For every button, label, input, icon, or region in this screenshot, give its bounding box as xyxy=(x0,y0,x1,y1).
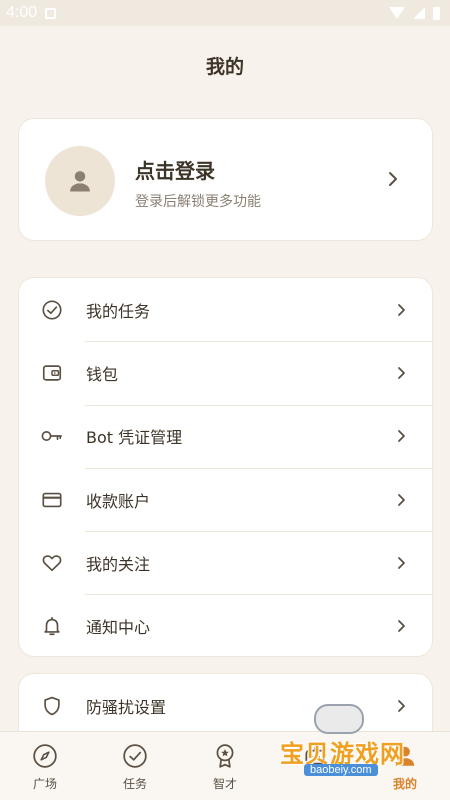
notification-icon xyxy=(45,7,57,19)
tab-label: 我的 xyxy=(392,777,417,791)
menu-item-notification-center[interactable]: 通知中心 xyxy=(19,594,432,656)
heart-icon xyxy=(40,551,64,575)
check-circle-icon xyxy=(121,742,149,770)
status-bar: 4:00 xyxy=(0,0,450,26)
chevron-right-icon xyxy=(389,172,397,186)
menu-item-anti-harassment[interactable]: 防骚扰设置 xyxy=(19,674,432,738)
menu-item-label: Bot 凭证管理 xyxy=(86,428,183,448)
status-time: 4:00 xyxy=(6,4,38,21)
bot-icon xyxy=(301,742,329,770)
tab-talent[interactable]: 智才 xyxy=(180,732,270,800)
chevron-right-icon xyxy=(398,493,405,506)
menu-item-label: 钱包 xyxy=(86,364,119,384)
chevron-right-icon xyxy=(398,700,405,712)
battery-icon xyxy=(433,6,440,20)
menu-item-label: 我的任务 xyxy=(86,301,151,321)
login-title: 点击登录 xyxy=(135,159,215,183)
bell-icon xyxy=(40,614,64,638)
menu-item-label: 通知中心 xyxy=(86,618,151,638)
tab-tasks[interactable]: 任务 xyxy=(90,732,180,800)
key-icon xyxy=(40,424,64,448)
menu-item-wallet[interactable]: 钱包 xyxy=(19,341,432,404)
check-circle-icon xyxy=(40,298,64,322)
wifi-icon xyxy=(389,7,405,19)
chevron-right-icon xyxy=(398,556,405,569)
login-subtitle: 登录后解锁更多功能 xyxy=(135,194,261,210)
menu-item-label: 我的关注 xyxy=(86,554,151,574)
user-avatar-icon xyxy=(70,171,90,192)
menu-item-bot-credentials[interactable]: Bot 凭证管理 xyxy=(19,404,432,468)
tab-label: 广场 xyxy=(32,777,57,791)
menu-card: 我的任务 钱包 Bot 凭证管理 收款账户 我的关注 通知中心 xyxy=(18,277,433,657)
credit-card-icon xyxy=(40,488,64,512)
bottom-tab-bar: 广场 任务 智才 我的 xyxy=(0,731,450,800)
shield-icon xyxy=(40,694,64,718)
wallet-icon xyxy=(40,361,64,385)
page-title: 我的 xyxy=(205,56,244,78)
avatar xyxy=(45,146,115,216)
tab-mine[interactable]: 我的 xyxy=(360,732,450,800)
login-card[interactable]: 点击登录 登录后解锁更多功能 xyxy=(18,118,433,241)
tab-label: 智才 xyxy=(212,777,237,791)
chevron-right-icon xyxy=(398,367,405,379)
compass-icon xyxy=(31,742,59,770)
menu-item-label: 防骚扰设置 xyxy=(86,698,167,717)
tab-label: 任务 xyxy=(122,777,147,791)
menu-item-my-tasks[interactable]: 我的任务 xyxy=(19,278,432,341)
tab-bot[interactable] xyxy=(270,732,360,800)
menu-item-my-follows[interactable]: 我的关注 xyxy=(19,531,432,594)
award-icon xyxy=(211,742,239,770)
menu-item-label: 收款账户 xyxy=(86,491,151,511)
chevron-right-icon xyxy=(398,620,405,633)
chevron-right-icon xyxy=(398,430,405,443)
chevron-right-icon xyxy=(398,303,405,316)
tab-plaza[interactable]: 广场 xyxy=(0,732,90,800)
menu-item-payment-account[interactable]: 收款账户 xyxy=(19,467,432,531)
signal-icon xyxy=(413,7,425,19)
user-icon xyxy=(391,742,419,770)
